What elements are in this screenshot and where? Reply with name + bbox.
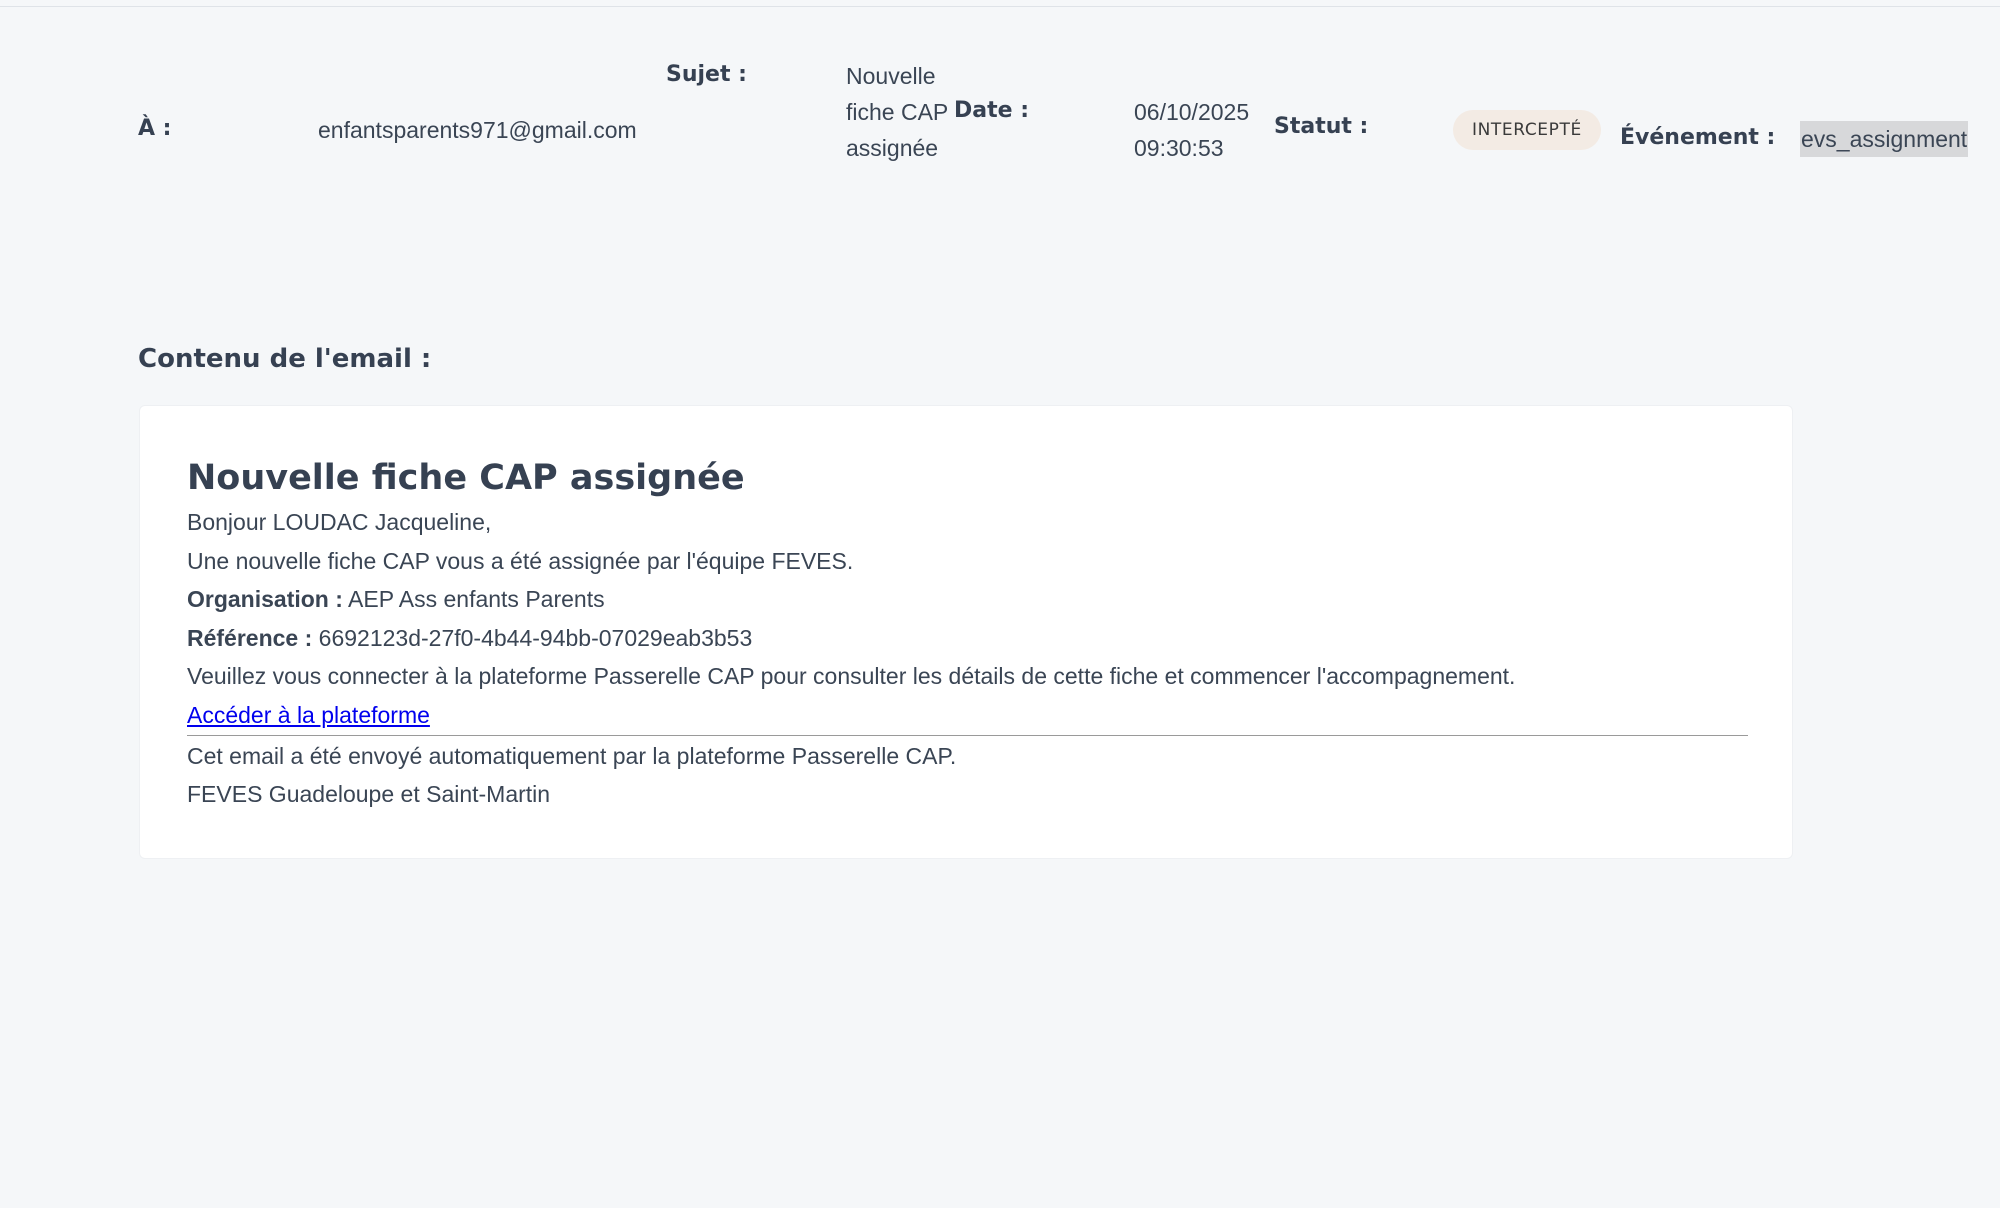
reference-label: Référence : <box>187 624 313 651</box>
email-greeting: Bonjour LOUDAC Jacqueline, <box>187 509 492 535</box>
email-link-line: Accéder à la plateforme <box>187 696 1748 735</box>
to-value: enfantsparents971@gmail.com <box>318 117 637 143</box>
email-instructions: Veuillez vous connecter à la plateforme … <box>187 663 1516 690</box>
email-reference: Référence : 6692123d-27f0-4b44-94bb-0702… <box>187 619 1748 658</box>
subject-label: Sujet : <box>666 62 747 87</box>
email-footer-signature: FEVES Guadeloupe et Saint-Martin <box>187 781 551 808</box>
email-heading: Nouvelle fiche CAP assignée <box>187 458 745 498</box>
email-divider <box>187 734 1748 736</box>
subject-value: Nouvelle fiche CAP assignée <box>846 63 948 161</box>
email-metadata-row: À : enfantsparents971@gmail.com Sujet : … <box>0 0 2000 220</box>
date-label: Date : <box>954 98 1030 123</box>
email-body: Nouvelle fiche CAP assignée Bonjour LOUD… <box>187 453 1748 814</box>
organisation-label: Organisation : <box>187 586 343 613</box>
to-label: À : <box>138 116 172 141</box>
email-preview-card: Nouvelle fiche CAP assignée Bonjour LOUD… <box>139 405 1793 859</box>
status-label: Statut : <box>1274 114 1369 139</box>
date-value: 06/10/2025 09:30:53 <box>1134 99 1250 161</box>
email-content-title: Contenu de l'email : <box>138 344 432 374</box>
email-organisation: Organisation : AEP Ass enfants Parents <box>187 580 1748 619</box>
email-footer-auto: Cet email a été envoyé automatiquement p… <box>187 742 957 769</box>
platform-link[interactable]: Accéder à la plateforme <box>187 702 430 728</box>
email-intro: Une nouvelle fiche CAP vous a été assign… <box>187 547 854 574</box>
event-label: Événement : <box>1620 125 1776 150</box>
organisation-value: AEP Ass enfants Parents <box>348 586 605 613</box>
reference-value: 6692123d-27f0-4b44-94bb-07029eab3b53 <box>318 624 753 651</box>
event-value: evs_assignment <box>1800 121 1969 157</box>
status-badge: INTERCEPTÉ <box>1453 110 1601 150</box>
